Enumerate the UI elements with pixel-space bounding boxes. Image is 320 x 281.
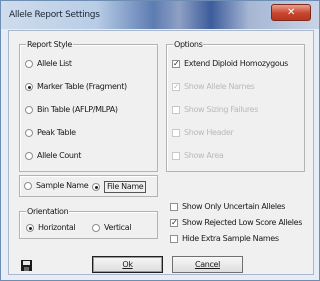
radio-label: Sample Name xyxy=(36,181,89,190)
check-show-allele-names: ✓ Show Allele Names xyxy=(172,82,255,92)
dialog-body: Report Style Allele List Marker Table (F… xyxy=(8,30,314,275)
check-show-sizing-failures: Show Sizing Failures xyxy=(172,105,258,115)
options-group: Options ✓ Extend Diploid Homozygous ✓ Sh… xyxy=(166,39,305,172)
radio-bin-table[interactable]: Bin Table (AFLP/MLPA) xyxy=(25,105,118,115)
ok-button-label: Ok xyxy=(122,260,133,269)
radio-button-selected-icon[interactable] xyxy=(92,183,100,191)
ok-button[interactable]: Ok xyxy=(92,256,163,273)
checkbox-checked-icon: ✓ xyxy=(172,82,180,91)
checkbox-icon xyxy=(172,129,180,137)
checkbox-label: Show Only Uncertain Alleles xyxy=(182,202,286,211)
close-button[interactable]: ✕ xyxy=(271,4,311,21)
radio-label: File Name xyxy=(104,181,147,193)
report-style-group: Report Style Allele List Marker Table (F… xyxy=(19,39,158,172)
radio-button-icon[interactable] xyxy=(25,152,33,160)
radio-label: Allele List xyxy=(37,59,72,68)
radio-label: Horizontal xyxy=(38,223,76,232)
checkbox-label: Show Allele Names xyxy=(184,82,255,91)
check-extend-diploid[interactable]: ✓ Extend Diploid Homozygous xyxy=(172,59,288,69)
checkbox-icon xyxy=(172,106,180,114)
options-label: Options xyxy=(173,39,204,50)
checkbox-label: Show Rejected Low Score Alleles xyxy=(182,218,303,227)
orientation-label: Orientation xyxy=(26,206,70,217)
checkbox-label: Extend Diploid Homozygous xyxy=(184,59,288,68)
allele-report-settings-dialog: Allele Report Settings ✕ Report Style Al… xyxy=(0,0,320,281)
checkbox-checked-icon[interactable]: ✓ xyxy=(172,60,180,68)
checkbox-icon xyxy=(172,152,180,160)
radio-button-icon[interactable] xyxy=(92,224,100,232)
radio-marker-table[interactable]: Marker Table (Fragment) xyxy=(25,82,127,92)
radio-label: Bin Table (AFLP/MLPA) xyxy=(37,105,118,114)
check-show-header: Show Header xyxy=(172,128,234,138)
radio-button-selected-icon[interactable] xyxy=(26,224,34,232)
radio-button-icon[interactable] xyxy=(24,182,32,190)
checkbox-label: Show Area xyxy=(184,151,224,160)
radio-button-icon[interactable] xyxy=(25,106,33,114)
radio-label: Allele Count xyxy=(37,151,82,160)
orientation-group: Orientation Horizontal Vertical xyxy=(19,206,158,239)
sample-name-group: Sample Name File Name xyxy=(19,175,158,197)
checkbox-label: Show Sizing Failures xyxy=(184,105,259,114)
radio-sample-name[interactable]: Sample Name xyxy=(24,181,89,191)
checkbox-label: Show Header xyxy=(184,128,234,137)
radio-button-icon[interactable] xyxy=(25,60,33,68)
checkbox-checked-icon[interactable]: ✓ xyxy=(170,219,178,227)
cancel-button-label: Cancel xyxy=(194,260,220,269)
radio-allele-count[interactable]: Allele Count xyxy=(25,151,81,161)
check-show-rejected-low-score[interactable]: ✓ Show Rejected Low Score Alleles xyxy=(170,218,302,228)
check-show-only-uncertain[interactable]: Show Only Uncertain Alleles xyxy=(170,202,285,212)
checkbox-label: Hide Extra Sample Names xyxy=(182,234,279,243)
radio-horizontal[interactable]: Horizontal xyxy=(26,223,76,233)
radio-button-icon[interactable] xyxy=(25,129,33,137)
checkbox-icon[interactable] xyxy=(170,203,178,211)
window-title: Allele Report Settings xyxy=(9,10,100,20)
check-hide-extra-sample-names[interactable]: Hide Extra Sample Names xyxy=(170,234,279,244)
radio-label: Vertical xyxy=(104,223,132,232)
radio-allele-list[interactable]: Allele List xyxy=(25,59,72,69)
radio-button-selected-icon[interactable] xyxy=(25,83,33,91)
cancel-button[interactable]: Cancel xyxy=(172,256,243,273)
radio-peak-table[interactable]: Peak Table xyxy=(25,128,76,138)
check-show-area: Show Area xyxy=(172,151,224,161)
report-style-label: Report Style xyxy=(26,39,73,50)
radio-label: Marker Table (Fragment) xyxy=(37,82,127,91)
floppy-disk-icon[interactable] xyxy=(21,260,32,271)
checkbox-icon[interactable] xyxy=(170,235,178,243)
radio-vertical[interactable]: Vertical xyxy=(92,223,132,233)
close-icon: ✕ xyxy=(286,7,296,18)
title-bar[interactable]: Allele Report Settings ✕ xyxy=(1,1,319,29)
radio-label: Peak Table xyxy=(37,128,76,137)
radio-file-name[interactable]: File Name xyxy=(92,181,147,193)
